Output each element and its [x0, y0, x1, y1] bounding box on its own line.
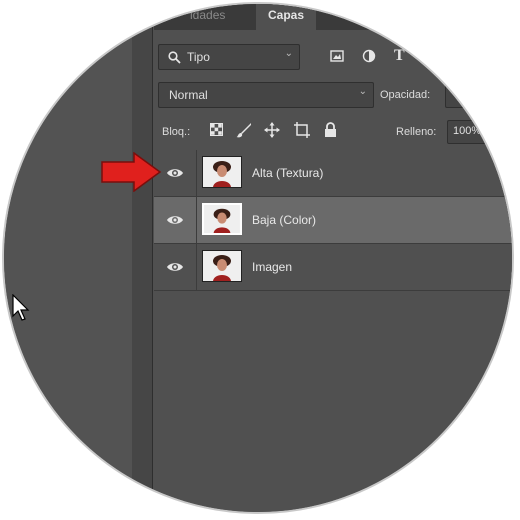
chevron-down-icon: ⌄: [284, 48, 293, 59]
tab-layers[interactable]: Capas: [256, 4, 316, 30]
circular-zoom-frame: idades Capas Tipo ⌄ T Normal ⌄ Opacidad:…: [2, 2, 514, 514]
panel-divider: [152, 4, 153, 512]
layer-name: Alta (Textura): [252, 166, 324, 180]
layer-row-imagen[interactable]: Imagen: [154, 244, 512, 291]
lock-all-icon[interactable]: [324, 122, 337, 137]
eye-icon: [167, 263, 183, 271]
image-filter-icon[interactable]: [330, 50, 344, 62]
lock-label: Bloq.:: [162, 126, 191, 138]
layer-row-alta-textura[interactable]: Alta (Textura): [154, 150, 512, 197]
fill-input[interactable]: 100%: [447, 120, 512, 144]
layer-thumbnail: [202, 203, 242, 235]
visibility-toggle[interactable]: [154, 197, 197, 243]
blend-mode-select[interactable]: Normal ⌄: [158, 82, 374, 108]
layer-name: Imagen: [252, 260, 293, 274]
fill-label: Relleno:: [396, 126, 437, 138]
adjustment-filter-icon[interactable]: [362, 49, 376, 63]
blend-mode-value: Normal: [169, 88, 208, 102]
panel-dock-strip: [132, 4, 152, 512]
tab-properties[interactable]: idades: [190, 4, 225, 30]
lock-transparent-pixels-icon[interactable]: [210, 123, 223, 136]
lock-position-icon[interactable]: [264, 122, 280, 138]
search-icon: [168, 51, 181, 64]
type-filter-icon[interactable]: T: [394, 47, 405, 65]
fill-value: 100%: [453, 125, 482, 137]
eye-icon: [167, 169, 183, 177]
layer-thumbnail: [202, 250, 242, 282]
panel-tab-bar: idades Capas: [154, 4, 512, 30]
mouse-cursor-icon: [12, 294, 30, 321]
layer-thumbnail: [202, 156, 242, 188]
layer-kind-filter[interactable]: Tipo ⌄: [158, 44, 300, 70]
opacity-label: Opacidad:: [380, 89, 431, 101]
chevron-down-icon: ⌄: [358, 86, 367, 97]
lock-image-pixels-icon[interactable]: [236, 122, 252, 138]
visibility-toggle[interactable]: [154, 244, 197, 290]
opacity-input[interactable]: [445, 82, 512, 108]
canvas-area: [4, 4, 132, 512]
filter-kind-label: Tipo: [187, 50, 210, 64]
lock-artboard-icon[interactable]: [294, 122, 310, 138]
layer-row-baja-color[interactable]: Baja (Color): [154, 197, 512, 244]
eye-icon: [167, 216, 183, 224]
layer-name: Baja (Color): [252, 213, 317, 227]
red-arrow-annotation: [101, 152, 162, 192]
